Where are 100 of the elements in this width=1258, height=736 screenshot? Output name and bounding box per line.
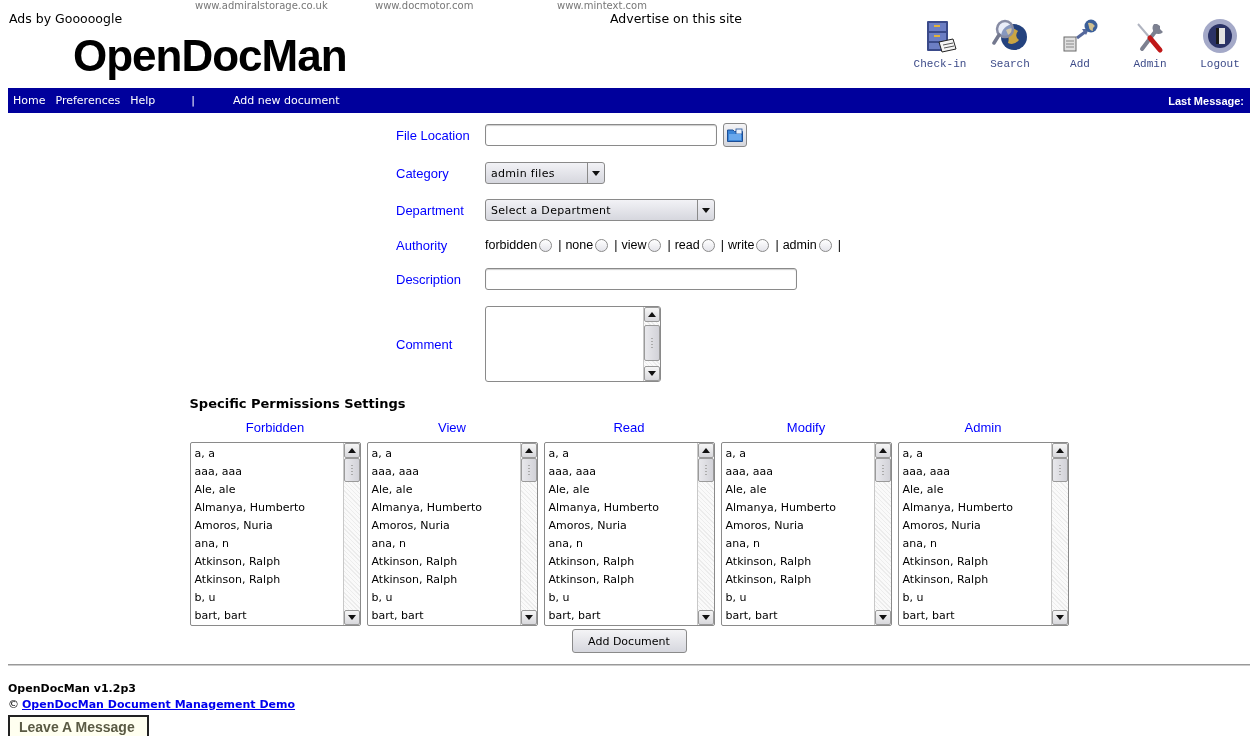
list-item[interactable]: ana, n bbox=[191, 535, 343, 553]
dropdown[interactable]: Select a Department bbox=[485, 199, 715, 221]
user-listbox[interactable]: a, a aaa, aaa Ale, ale Almanya, Humberto Amoros, Nuria ana, n Atkinson, Ralph Atkinson, Ralph b, u bart, bart bbox=[897, 442, 1069, 626]
advertise-link[interactable]: Advertise on this site bbox=[610, 11, 905, 26]
toolbar-link[interactable]: Search bbox=[975, 18, 1045, 88]
list-item[interactable]: Ale, ale bbox=[368, 481, 520, 499]
dropdown[interactable]: admin files bbox=[485, 162, 605, 184]
nav-link[interactable]: Add new document bbox=[233, 94, 340, 107]
user-listbox[interactable]: a, a aaa, aaa Ale, ale Almanya, Humberto Amoros, Nuria ana, n Atkinson, Ralph Atkinson, Ralph b, u bart, bart bbox=[366, 442, 538, 626]
list-item[interactable]: b, u bbox=[722, 589, 874, 607]
list-item[interactable]: Ale, ale bbox=[545, 481, 697, 499]
list-item[interactable]: Almanya, Humberto bbox=[545, 499, 697, 517]
ad-link[interactable]: www.mintext.com bbox=[557, 0, 905, 11]
list-item[interactable]: bart, bart bbox=[545, 607, 697, 625]
list-item[interactable]: Atkinson, Ralph bbox=[722, 571, 874, 589]
list-item[interactable]: ana, n bbox=[899, 535, 1051, 553]
scroll-up-button[interactable] bbox=[1051, 443, 1068, 458]
description-field[interactable] bbox=[485, 268, 797, 290]
ad-link[interactable]: www.admiralstorage.co.uk bbox=[195, 0, 375, 11]
list-item[interactable]: aaa, aaa bbox=[722, 463, 874, 481]
toolbar-link[interactable]: Logout bbox=[1185, 18, 1255, 88]
scroll-up-button[interactable] bbox=[343, 443, 360, 458]
list-item[interactable]: Almanya, Humberto bbox=[191, 499, 343, 517]
list-item[interactable]: a, a bbox=[368, 445, 520, 463]
user-listbox[interactable]: a, a aaa, aaa Ale, ale Almanya, Humberto Amoros, Nuria ana, n Atkinson, Ralph Atkinson, Ralph b, u bart, bart bbox=[543, 442, 715, 626]
list-item[interactable]: aaa, aaa bbox=[545, 463, 697, 481]
list-item[interactable]: Atkinson, Ralph bbox=[899, 571, 1051, 589]
list-item[interactable]: Atkinson, Ralph bbox=[191, 571, 343, 589]
list-item[interactable]: b, u bbox=[899, 589, 1051, 607]
list-item[interactable]: Atkinson, Ralph bbox=[545, 571, 697, 589]
scroll-down-button[interactable] bbox=[343, 610, 360, 625]
list-item[interactable]: bart, bart bbox=[722, 607, 874, 625]
list-item[interactable]: bart, bart bbox=[191, 607, 343, 625]
list-item[interactable]: b, u bbox=[368, 589, 520, 607]
browse-button[interactable] bbox=[723, 123, 747, 147]
list-item[interactable]: Ale, ale bbox=[191, 481, 343, 499]
list-item[interactable]: Ale, ale bbox=[899, 481, 1051, 499]
scrollbar-thumb[interactable] bbox=[697, 458, 714, 482]
scroll-up-button[interactable] bbox=[874, 443, 891, 458]
scrollbar-thumb[interactable] bbox=[343, 458, 360, 482]
scroll-down-button[interactable] bbox=[520, 610, 537, 625]
list-item[interactable]: Almanya, Humberto bbox=[899, 499, 1051, 517]
list-item[interactable]: Almanya, Humberto bbox=[722, 499, 874, 517]
list-item[interactable]: Ale, ale bbox=[722, 481, 874, 499]
scrollbar-thumb[interactable] bbox=[874, 458, 891, 482]
radio-button[interactable] bbox=[756, 238, 770, 252]
radio-button[interactable] bbox=[818, 238, 832, 252]
leave-message-button[interactable]: Leave A Message bbox=[8, 715, 149, 736]
list-item[interactable]: bart, bart bbox=[368, 607, 520, 625]
radio-button[interactable] bbox=[701, 238, 715, 252]
nav-link[interactable]: Preferences bbox=[55, 94, 121, 107]
scrollbar-thumb[interactable] bbox=[520, 458, 537, 482]
list-item[interactable]: ana, n bbox=[722, 535, 874, 553]
list-item[interactable]: ana, n bbox=[368, 535, 520, 553]
list-item[interactable]: Atkinson, Ralph bbox=[368, 553, 520, 571]
list-item[interactable]: aaa, aaa bbox=[899, 463, 1051, 481]
radio-button[interactable] bbox=[595, 238, 609, 252]
list-item[interactable]: b, u bbox=[191, 589, 343, 607]
list-item[interactable]: a, a bbox=[722, 445, 874, 463]
list-item[interactable]: a, a bbox=[899, 445, 1051, 463]
scrollbar-thumb[interactable] bbox=[1051, 458, 1068, 482]
list-item[interactable]: Amoros, Nuria bbox=[545, 517, 697, 535]
list-item[interactable]: Amoros, Nuria bbox=[722, 517, 874, 535]
ad-link[interactable]: www.docmotor.com bbox=[375, 0, 557, 11]
user-listbox[interactable]: a, a aaa, aaa Ale, ale Almanya, Humberto Amoros, Nuria ana, n Atkinson, Ralph Atkinson, Ralph b, u bart, bart bbox=[720, 442, 892, 626]
list-item[interactable]: Atkinson, Ralph bbox=[191, 553, 343, 571]
radio-button[interactable] bbox=[648, 238, 662, 252]
scroll-up-button[interactable] bbox=[697, 443, 714, 458]
list-item[interactable]: Atkinson, Ralph bbox=[368, 571, 520, 589]
list-item[interactable]: ana, n bbox=[545, 535, 697, 553]
nav-link[interactable]: Home bbox=[13, 94, 46, 107]
demo-link[interactable]: OpenDocMan Document Management Demo bbox=[22, 697, 296, 713]
file-location-field[interactable] bbox=[485, 124, 717, 146]
list-item[interactable]: Atkinson, Ralph bbox=[899, 553, 1051, 571]
list-item[interactable]: a, a bbox=[545, 445, 697, 463]
list-item[interactable]: aaa, aaa bbox=[191, 463, 343, 481]
scroll-down-button[interactable] bbox=[874, 610, 891, 625]
comment-field[interactable] bbox=[485, 306, 661, 382]
list-item[interactable]: aaa, aaa bbox=[368, 463, 520, 481]
list-item[interactable]: Amoros, Nuria bbox=[899, 517, 1051, 535]
list-item[interactable]: a, a bbox=[191, 445, 343, 463]
add-document-button[interactable]: Add Document bbox=[571, 629, 687, 653]
toolbar-link[interactable]: Add bbox=[1045, 18, 1115, 88]
toolbar-link[interactable]: Admin bbox=[1115, 18, 1185, 88]
list-item[interactable]: Almanya, Humberto bbox=[368, 499, 520, 517]
list-item[interactable]: Atkinson, Ralph bbox=[722, 553, 874, 571]
user-listbox[interactable]: a, a aaa, aaa Ale, ale Almanya, Humberto Amoros, Nuria ana, n Atkinson, Ralph Atkinson, Ralph b, u bart, bart bbox=[189, 442, 361, 626]
list-item[interactable]: Amoros, Nuria bbox=[368, 517, 520, 535]
list-item[interactable]: Amoros, Nuria bbox=[191, 517, 343, 535]
list-item[interactable]: Atkinson, Ralph bbox=[545, 553, 697, 571]
scroll-up-button[interactable] bbox=[520, 443, 537, 458]
scroll-down-button[interactable] bbox=[1051, 610, 1068, 625]
radio-button[interactable] bbox=[539, 238, 553, 252]
list-item[interactable]: bart, bart bbox=[899, 607, 1051, 625]
scrollbar-thumb[interactable] bbox=[644, 325, 660, 361]
scroll-down-button[interactable] bbox=[697, 610, 714, 625]
toolbar-link[interactable]: Check-in bbox=[905, 18, 975, 88]
nav-link[interactable]: Help bbox=[130, 94, 156, 107]
scroll-down-button[interactable] bbox=[644, 366, 660, 381]
scroll-up-button[interactable] bbox=[644, 307, 660, 322]
